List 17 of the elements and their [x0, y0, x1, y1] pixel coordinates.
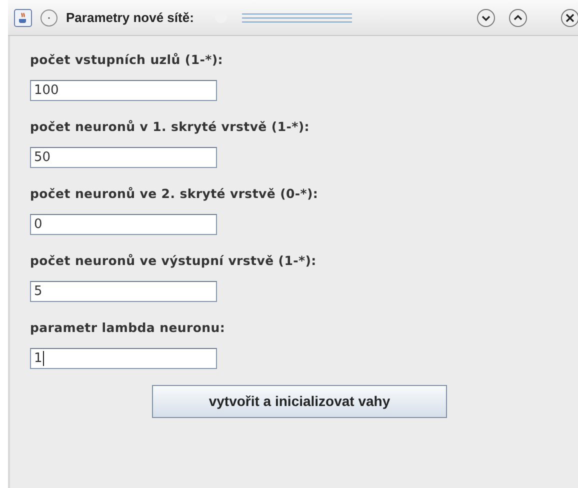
field-label: počet vstupních uzlů (1-*):	[30, 51, 224, 69]
field-label: počet neuronů ve 2. skryté vrstvě (0-*):	[30, 185, 320, 203]
window-menu-icon[interactable]	[40, 8, 58, 26]
input-field[interactable]: 0	[30, 214, 217, 235]
input-field[interactable]: 50	[30, 147, 217, 168]
maximize-button[interactable]	[508, 8, 528, 28]
field-label: počet neuronů ve výstupní vrstvě (1-*):	[30, 252, 318, 270]
input-field[interactable]: 1	[30, 348, 217, 369]
close-button[interactable]	[560, 8, 578, 28]
minimize-button[interactable]	[476, 8, 496, 28]
window-title: Parametry nové sítě:	[66, 8, 194, 27]
input-field[interactable]: 5	[30, 281, 217, 302]
field-label: počet neuronů v 1. skryté vrstvě (1-*):	[30, 118, 310, 136]
field-label: parametr lambda neuronu:	[30, 319, 226, 337]
create-button[interactable]: vytvořit a inicializovat vahy	[152, 385, 447, 418]
coffee-cup-icon[interactable]	[14, 8, 32, 26]
input-field[interactable]: 100	[30, 80, 217, 101]
